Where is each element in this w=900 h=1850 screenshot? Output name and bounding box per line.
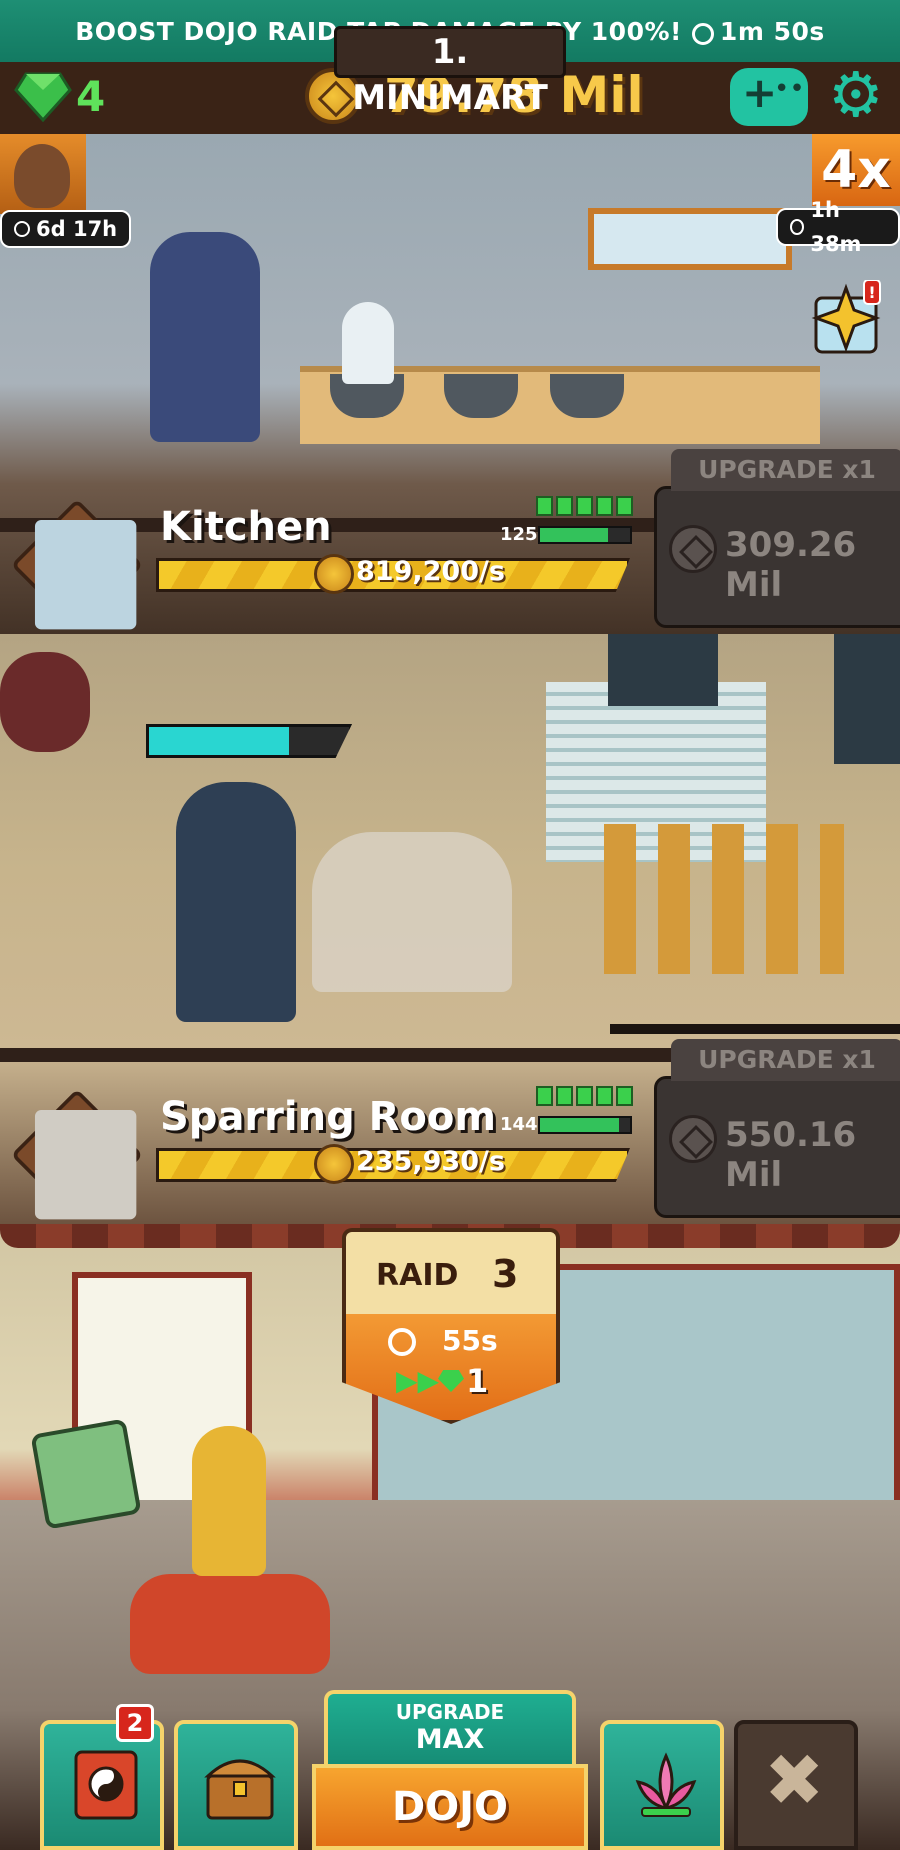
clock-icon — [691, 23, 714, 45]
manager-face — [14, 144, 70, 208]
cook-character — [342, 302, 394, 384]
room-name: Kitchen — [160, 504, 332, 550]
scroll-icon — [74, 1750, 138, 1820]
clock-icon — [790, 219, 805, 235]
room-level: 144 — [500, 1114, 538, 1135]
gold-coin-icon — [314, 554, 354, 594]
production-rate: 235,930/s — [356, 1146, 505, 1177]
dojo-upgrade-status: MAX — [415, 1724, 485, 1755]
archer-character — [150, 232, 260, 442]
boxing-gloves — [0, 652, 90, 752]
delivery-scooter[interactable] — [130, 1574, 330, 1674]
gamepad-icon[interactable] — [730, 68, 808, 126]
sparring-fighters — [312, 832, 512, 992]
level-progress-fill — [540, 528, 608, 542]
manager-timer: 6d 17h — [0, 210, 132, 248]
crossed-arms-icon: ✖ — [764, 1738, 825, 1822]
sparring-upgrade-button[interactable]: UPGRADE x1 550.16 Mil — [654, 1039, 900, 1218]
gem-icon — [438, 1370, 464, 1392]
manager-timer-text: 6d 17h — [36, 217, 118, 241]
raid-sign[interactable]: RAID 3 55s ▶▶ 1 — [342, 1228, 560, 1438]
kitchen-window — [588, 208, 792, 270]
gold-coin-icon — [669, 525, 717, 573]
raid-timer: 55s — [442, 1324, 498, 1357]
raid-number: 3 — [492, 1252, 519, 1296]
clock-icon — [14, 221, 30, 237]
punching-bag-1 — [608, 634, 718, 706]
gem-icon[interactable] — [14, 70, 72, 122]
locked-feature-button[interactable]: ✖ — [734, 1720, 858, 1850]
sparring-portrait[interactable] — [10, 1088, 144, 1222]
level-pips — [536, 1086, 633, 1106]
notification-badge: 2 — [116, 1704, 154, 1742]
lotus-button[interactable] — [600, 1720, 724, 1850]
upgrade-multiplier-tab[interactable]: UPGRADE x1 — [671, 449, 900, 491]
clock-icon — [388, 1328, 416, 1356]
room-name: Sparring Room — [160, 1094, 497, 1140]
gear-icon[interactable]: ⚙ — [828, 64, 884, 126]
multiplier-timer: 1h 38m — [776, 198, 900, 256]
chest-button[interactable] — [174, 1720, 298, 1850]
lotus-icon — [635, 1752, 697, 1817]
fast-forward-icon[interactable]: ▶▶ — [396, 1364, 439, 1397]
dojo-upgrade-button[interactable]: UPGRADE MAX — [324, 1690, 576, 1766]
katana-rack — [610, 1024, 900, 1034]
sparring-hp-fill — [149, 727, 289, 755]
sparring-hp-bar — [146, 724, 352, 758]
floor-title: 1. MINIMART — [334, 26, 566, 118]
manager-avatar[interactable] — [0, 134, 86, 214]
sensei-character — [176, 782, 296, 1022]
level-pips — [536, 496, 633, 516]
shuriken-scroll-icon[interactable]: ! — [810, 280, 882, 356]
scroll-button[interactable]: 2 — [40, 1704, 164, 1850]
gold-coin-icon — [669, 1115, 717, 1163]
raid-sign-bottom: 55s ▶▶ 1 — [342, 1314, 560, 1424]
punching-bag-2 — [834, 634, 900, 764]
kitchen-upgrade-button[interactable]: UPGRADE x1 309.26 Mil — [654, 449, 900, 628]
raid-skip-cost: 1 — [466, 1362, 489, 1400]
kitchen-portrait[interactable] — [10, 498, 144, 632]
gem-count: 4 — [76, 72, 106, 121]
gold-coin-icon — [314, 1144, 354, 1184]
raid-sign-top: RAID 3 — [342, 1228, 560, 1314]
raid-label: RAID — [376, 1258, 459, 1293]
upgrade-cost: 550.16 Mil — [725, 1115, 857, 1195]
treasure-chest-icon — [204, 1759, 276, 1820]
dojo-upgrade-label: UPGRADE — [395, 1700, 505, 1724]
level-progress-fill — [540, 1118, 620, 1132]
upgrade-multiplier-tab[interactable]: UPGRADE x1 — [671, 1039, 900, 1081]
upgrade-cost: 309.26 Mil — [725, 525, 857, 605]
level-progress — [538, 526, 632, 544]
multiplier-timer-text: 1h 38m — [810, 198, 862, 256]
boost-timer: 1m 50s — [719, 16, 825, 46]
dojo-button[interactable]: DOJO — [312, 1764, 588, 1850]
room-level: 125 — [500, 524, 538, 545]
level-progress — [538, 1116, 632, 1134]
svg-text:!: ! — [868, 283, 875, 302]
dojo-button-group: UPGRADE MAX DOJO — [312, 1690, 588, 1850]
delivery-bag-icon[interactable] — [30, 1418, 142, 1530]
production-rate: 819,200/s — [356, 556, 505, 587]
delivery-rider — [192, 1426, 266, 1576]
bottom-nav: 2 UPGRADE MAX DOJO ✖ — [0, 1690, 900, 1850]
training-dummies — [604, 824, 844, 974]
